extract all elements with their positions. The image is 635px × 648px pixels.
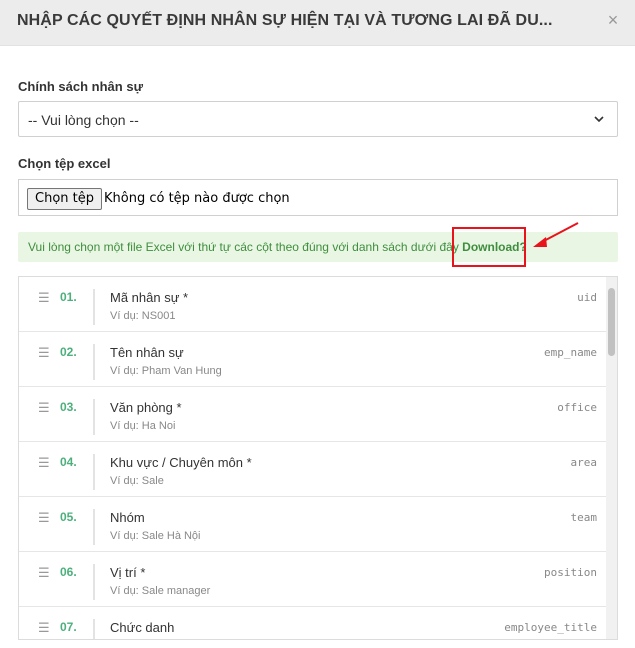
drag-handle-icon[interactable]: ☰ xyxy=(38,346,50,359)
choose-file-button[interactable]: Chọn tệp xyxy=(27,188,102,210)
drag-handle-icon[interactable]: ☰ xyxy=(38,401,50,414)
policy-select-value: -- Vui lòng chọn -- xyxy=(28,112,139,128)
column-row[interactable]: ☰ 02. Tên nhân sự Ví dụ: Pham Van Hung e… xyxy=(19,332,606,387)
column-name: Vị trí * xyxy=(110,565,146,580)
notice-banner: Vui lòng chọn một file Excel với thứ tự … xyxy=(18,232,618,262)
column-list[interactable]: ☰ 01. Mã nhân sự * Ví dụ: NS001 uid ☰ 02… xyxy=(18,276,618,640)
column-row[interactable]: ☰ 06. Vị trí * Ví dụ: Sale manager posit… xyxy=(19,552,606,607)
column-number: 06. xyxy=(60,565,77,579)
column-name: Chức danh xyxy=(110,620,175,635)
file-input[interactable]: Chọn tệp Không có tệp nào được chọn xyxy=(18,179,618,216)
file-status-text: Không có tệp nào được chọn xyxy=(104,191,290,206)
column-example: Ví dụ: Sale Hà Nội xyxy=(110,530,201,542)
row-divider xyxy=(93,289,95,325)
row-divider xyxy=(93,399,95,435)
column-example: Ví dụ: Sale xyxy=(110,475,164,487)
policy-select[interactable]: -- Vui lòng chọn -- xyxy=(18,101,618,137)
row-divider xyxy=(93,344,95,380)
drag-handle-icon[interactable]: ☰ xyxy=(38,456,50,469)
row-divider xyxy=(93,509,95,545)
column-key: team xyxy=(570,511,598,524)
file-label: Chọn tệp excel xyxy=(18,156,111,171)
column-example: Ví dụ: Pham Van Hung xyxy=(110,365,222,377)
close-icon[interactable]: × xyxy=(606,11,620,29)
column-name: Tên nhân sự xyxy=(110,345,184,360)
drag-handle-icon[interactable]: ☰ xyxy=(38,621,50,634)
column-example: Ví dụ: Sale manager xyxy=(110,585,211,597)
column-example: Ví dụ: NS001 xyxy=(110,310,176,322)
column-row[interactable]: ☰ 05. Nhóm Ví dụ: Sale Hà Nội team xyxy=(19,497,606,552)
column-row[interactable]: ☰ 01. Mã nhân sự * Ví dụ: NS001 uid xyxy=(19,277,606,332)
policy-label: Chính sách nhân sự xyxy=(18,79,143,94)
drag-handle-icon[interactable]: ☰ xyxy=(38,566,50,579)
column-name: Nhóm xyxy=(110,510,145,525)
notice-message: Vui lòng chọn một file Excel với thứ tự … xyxy=(28,240,459,254)
dialog-title: NHẬP CÁC QUYẾT ĐỊNH NHÂN SỰ HIỆN TẠI VÀ … xyxy=(17,12,553,29)
chevron-down-icon xyxy=(594,116,604,123)
column-name: Khu vực / Chuyên môn * xyxy=(110,455,252,470)
column-row[interactable]: ☰ 04. Khu vực / Chuyên môn * Ví dụ: Sale… xyxy=(19,442,606,497)
drag-handle-icon[interactable]: ☰ xyxy=(38,511,50,524)
scrollbar-thumb[interactable] xyxy=(608,288,615,356)
column-key: uid xyxy=(577,291,597,304)
annotation-highlight-box xyxy=(452,227,526,267)
drag-handle-icon[interactable]: ☰ xyxy=(38,291,50,304)
column-number: 07. xyxy=(60,620,77,634)
row-divider xyxy=(93,619,95,639)
column-row[interactable]: ☰ 07. Chức danh employee_title xyxy=(19,607,606,639)
dialog-header: NHẬP CÁC QUYẾT ĐỊNH NHÂN SỰ HIỆN TẠI VÀ … xyxy=(0,0,635,46)
column-number: 02. xyxy=(60,345,77,359)
row-divider xyxy=(93,564,95,600)
column-number: 01. xyxy=(60,290,77,304)
column-key: position xyxy=(544,566,597,579)
scrollbar-track[interactable] xyxy=(606,277,617,639)
column-key: area xyxy=(570,456,598,469)
column-key: office xyxy=(557,401,597,414)
column-number: 03. xyxy=(60,400,77,414)
column-name: Văn phòng * xyxy=(110,400,182,415)
column-row[interactable]: ☰ 03. Văn phòng * Ví dụ: Ha Noi office xyxy=(19,387,606,442)
column-name: Mã nhân sự * xyxy=(110,290,189,305)
row-divider xyxy=(93,454,95,490)
column-key: employee_title xyxy=(504,621,597,634)
column-key: emp_name xyxy=(544,346,597,359)
annotation-arrow-icon xyxy=(533,222,579,247)
column-number: 05. xyxy=(60,510,77,524)
column-example: Ví dụ: Ha Noi xyxy=(110,420,176,432)
column-number: 04. xyxy=(60,455,77,469)
